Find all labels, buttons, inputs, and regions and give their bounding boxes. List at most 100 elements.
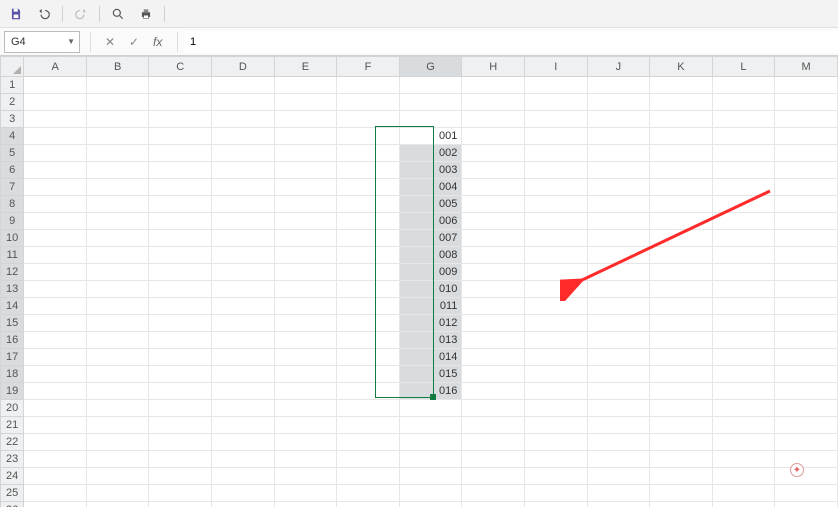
cell[interactable] [524,264,587,281]
row-header[interactable]: 1 [1,77,24,94]
print-preview-button[interactable] [108,4,128,24]
cell[interactable] [462,502,525,507]
cell[interactable] [24,502,87,507]
cell[interactable] [149,264,212,281]
cancel-button[interactable]: ✕ [103,35,117,49]
cell[interactable] [462,298,525,315]
column-header[interactable]: B [86,57,149,77]
cell[interactable] [462,128,525,145]
cell[interactable] [524,247,587,264]
cell[interactable] [337,179,400,196]
cell[interactable] [650,502,713,507]
cell[interactable] [524,468,587,485]
cell[interactable] [24,417,87,434]
cell[interactable] [274,451,337,468]
cell[interactable] [462,264,525,281]
row-header[interactable]: 18 [1,366,24,383]
cell[interactable] [775,196,838,213]
cell[interactable] [712,94,775,111]
cell[interactable] [650,162,713,179]
cell[interactable] [24,332,87,349]
cell[interactable] [149,196,212,213]
cell[interactable] [712,366,775,383]
cell[interactable] [86,281,149,298]
cell[interactable] [650,434,713,451]
cell[interactable] [212,179,275,196]
row-header[interactable]: 8 [1,196,24,213]
cell[interactable] [337,315,400,332]
cell[interactable] [274,434,337,451]
cell[interactable] [24,94,87,111]
cell[interactable] [650,315,713,332]
cell[interactable] [212,366,275,383]
cell[interactable] [149,281,212,298]
cell[interactable] [212,451,275,468]
cell[interactable] [86,128,149,145]
cell[interactable] [212,502,275,507]
cell[interactable] [212,332,275,349]
cell[interactable] [399,111,462,128]
cell[interactable] [587,400,650,417]
cell[interactable] [524,111,587,128]
row-header[interactable]: 24 [1,468,24,485]
cell[interactable] [274,383,337,400]
cell[interactable] [337,417,400,434]
cell[interactable] [24,213,87,230]
enter-button[interactable]: ✓ [127,35,141,49]
cell[interactable] [587,434,650,451]
column-header[interactable]: M [775,57,838,77]
row-header[interactable]: 13 [1,281,24,298]
cell[interactable] [524,485,587,502]
cell[interactable] [587,196,650,213]
cell[interactable] [462,468,525,485]
cell[interactable] [650,349,713,366]
cell[interactable] [650,400,713,417]
cell[interactable] [462,366,525,383]
cell[interactable] [24,128,87,145]
cell[interactable] [587,298,650,315]
cell[interactable] [462,400,525,417]
row-header[interactable]: 17 [1,349,24,366]
cell[interactable]: 004 [399,179,462,196]
row-header[interactable]: 12 [1,264,24,281]
cell[interactable] [24,315,87,332]
cell[interactable] [775,383,838,400]
cell[interactable] [86,383,149,400]
row-header[interactable]: 2 [1,94,24,111]
row-header[interactable]: 5 [1,145,24,162]
cell[interactable] [712,434,775,451]
cell[interactable] [524,400,587,417]
cell[interactable] [524,77,587,94]
cell[interactable]: 003 [399,162,462,179]
cell[interactable] [462,77,525,94]
cell[interactable] [274,502,337,507]
cell[interactable] [587,383,650,400]
cell[interactable] [462,485,525,502]
cell[interactable] [212,315,275,332]
name-box[interactable]: G4 ▼ [4,31,80,53]
cell[interactable] [337,502,400,507]
cell[interactable] [24,145,87,162]
cell[interactable] [775,77,838,94]
cell[interactable] [587,179,650,196]
column-header[interactable]: G [399,57,462,77]
cell[interactable] [462,145,525,162]
cell[interactable] [274,315,337,332]
column-header[interactable]: A [24,57,87,77]
cell[interactable] [524,315,587,332]
cell[interactable] [212,383,275,400]
cell[interactable] [24,451,87,468]
cell[interactable] [86,451,149,468]
column-header[interactable]: D [212,57,275,77]
cell[interactable] [712,77,775,94]
cell[interactable] [24,366,87,383]
cell[interactable] [274,400,337,417]
column-header[interactable]: E [274,57,337,77]
cell[interactable] [212,94,275,111]
cell[interactable] [587,230,650,247]
cell[interactable] [712,315,775,332]
cell[interactable] [86,400,149,417]
cell[interactable] [149,434,212,451]
cell[interactable]: 010 [399,281,462,298]
cell[interactable]: 002 [399,145,462,162]
